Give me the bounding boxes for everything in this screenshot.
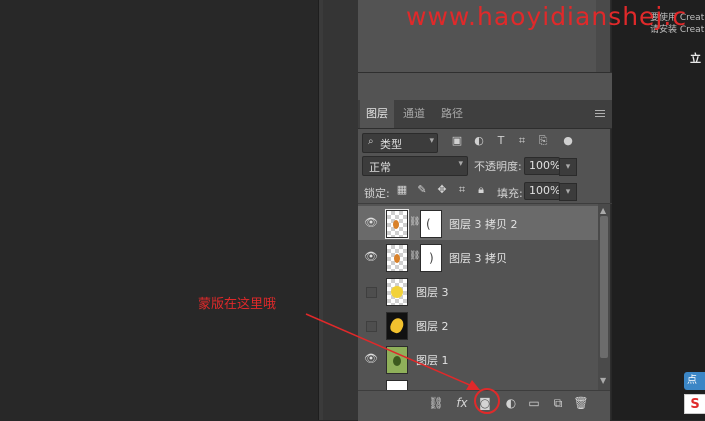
chain-link-icon[interactable]: ⛓ [409, 251, 420, 261]
layer-row[interactable]: 👁︎ ⛓ ) 图层 3 拷贝 [358, 240, 598, 275]
lock-artboard-icon[interactable]: ⌗ [456, 184, 468, 196]
adjustment-layer-icon[interactable]: ◐ [503, 395, 519, 411]
layer-thumbnail [385, 209, 409, 239]
chevron-down-icon: ▾ [458, 159, 463, 169]
blend-mode-value: 正常 [369, 161, 391, 174]
smart-object-filter-icon[interactable]: ⎘ [537, 135, 549, 147]
opacity-field[interactable]: 100% ▾ [524, 157, 577, 176]
fill-field[interactable]: 100% ▾ [524, 182, 577, 201]
layer-mask-thumbnail[interactable]: ( [420, 210, 442, 238]
eye-icon[interactable]: 👁︎ [364, 250, 378, 264]
visibility-toggle[interactable] [366, 287, 377, 298]
fill-value: 100% [529, 184, 561, 197]
chevron-down-icon[interactable]: ▾ [559, 158, 577, 176]
adjustment-filter-icon[interactable]: ◐ [473, 135, 485, 147]
tip-widget[interactable]: 点 [684, 372, 705, 390]
eye-icon[interactable]: 👁︎ [364, 216, 378, 230]
new-layer-icon[interactable]: ⧉ [550, 395, 566, 411]
layer-filter-select[interactable]: ⌕ 类型 ▾ [362, 133, 438, 153]
annotation-text: 蒙版在这里哦 [198, 297, 277, 312]
scroll-up-icon[interactable]: ▲ [600, 206, 606, 215]
scrollbar-thumb[interactable] [600, 216, 608, 358]
sogou-ime-icon[interactable]: S [684, 394, 705, 414]
tab-layers[interactable]: 图层 [360, 100, 394, 128]
fill-label: 填充: [497, 187, 523, 200]
lock-transparent-icon[interactable]: ▦ [396, 184, 408, 196]
panel-tabs: 图层 通道 路径 [358, 100, 612, 129]
group-folder-icon[interactable]: ▭ [526, 395, 542, 411]
install-hint-link[interactable]: 立 [690, 50, 701, 66]
opacity-value: 100% [529, 159, 561, 172]
chevron-down-icon[interactable]: ▾ [559, 183, 577, 201]
chevron-down-icon: ▾ [429, 136, 434, 146]
tab-channels[interactable]: 通道 [396, 100, 432, 128]
lock-all-icon[interactable]: 🔒︎ [475, 184, 487, 196]
image-filter-icon[interactable]: ▣ [451, 135, 463, 147]
layer-thumbnail [386, 244, 408, 272]
layer-mask-thumbnail[interactable]: ) [420, 244, 442, 272]
blend-mode-select[interactable]: 正常 ▾ [362, 156, 468, 176]
lock-move-icon[interactable]: ✥ [436, 184, 448, 196]
annotation-arrow [305, 313, 480, 390]
tab-paths[interactable]: 路径 [434, 100, 470, 128]
site-watermark: www.haoyidianshej.c [406, 2, 688, 31]
search-icon: ⌕ [368, 136, 374, 147]
filter-kind-label: 类型 [380, 138, 402, 151]
panel-separator [358, 72, 612, 101]
layer-name: 图层 3 拷贝 [449, 252, 507, 265]
opacity-label: 不透明度: [474, 160, 522, 173]
filter-toggle-icon[interactable]: ● [562, 135, 574, 147]
lock-label: 锁定: [364, 187, 390, 200]
chain-link-icon[interactable]: ⛓ [409, 217, 420, 227]
layer-name: 图层 3 拷贝 2 [449, 218, 518, 231]
panel-menu-icon[interactable] [595, 110, 605, 118]
layer-row[interactable]: 👁︎ ⛓ ( 图层 3 拷贝 2 [358, 206, 598, 241]
layer-name: 图层 3 [416, 286, 449, 299]
scroll-down-icon[interactable]: ▼ [600, 376, 606, 385]
type-filter-icon[interactable]: T [495, 135, 507, 147]
delete-layer-icon[interactable]: 🗑︎ [573, 395, 589, 411]
shape-filter-icon[interactable]: ⌗ [516, 135, 528, 147]
lock-paint-icon[interactable]: ✎ [416, 184, 428, 196]
document-canvas-area[interactable] [0, 0, 318, 420]
